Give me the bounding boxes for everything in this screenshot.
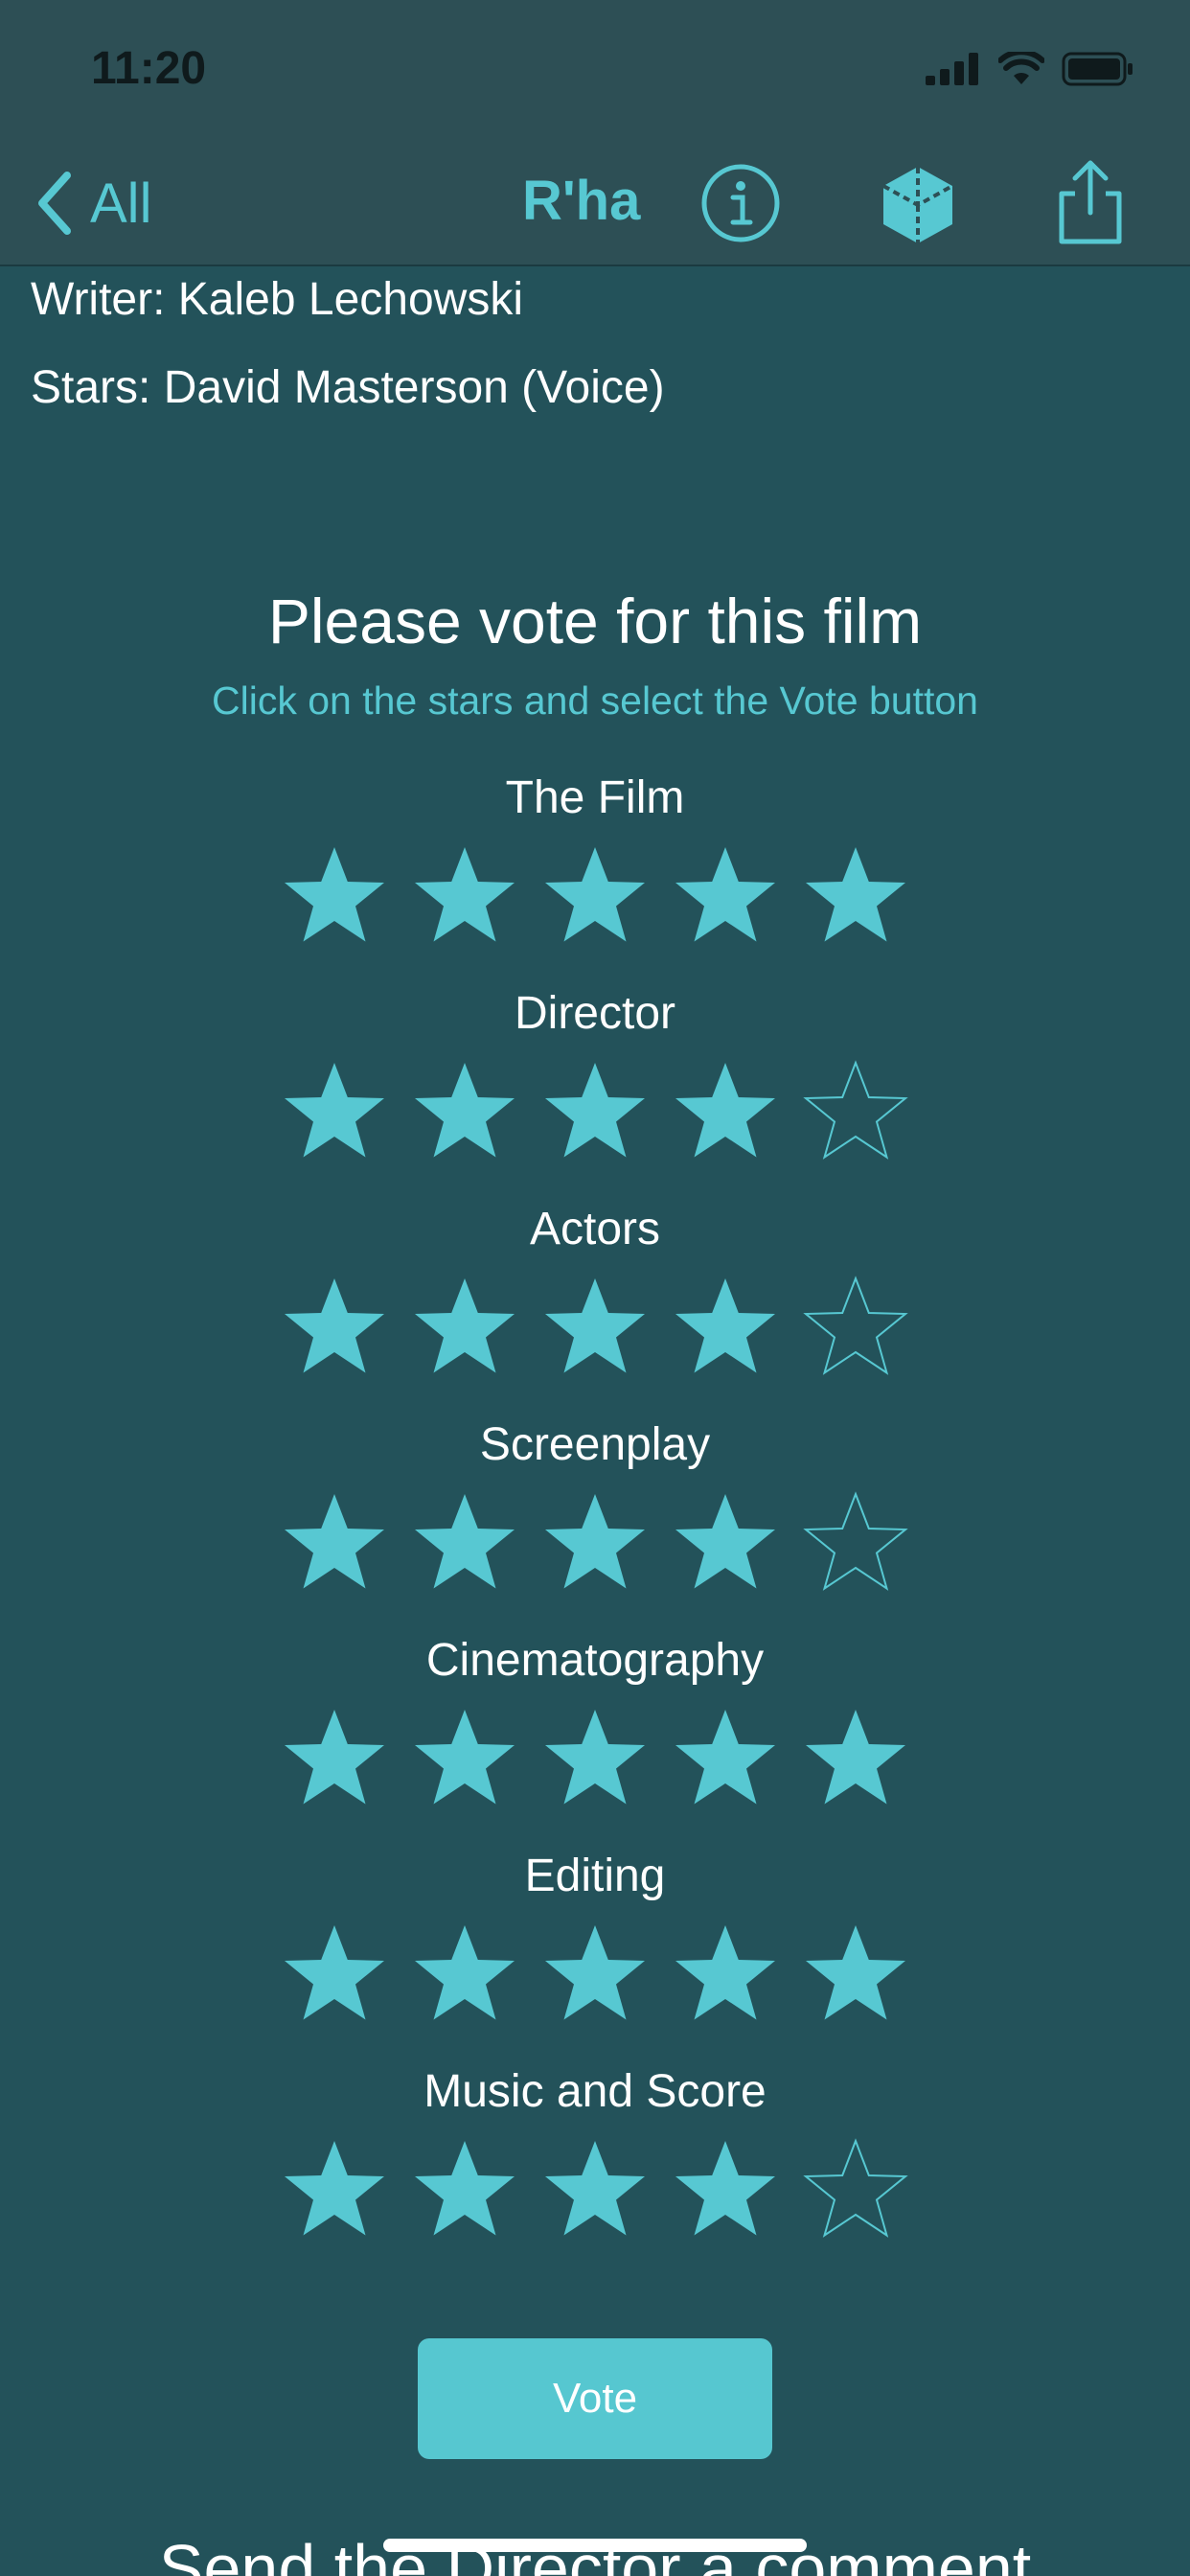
star-filled-icon[interactable] [539, 2135, 651, 2246]
rating-category: Director [0, 982, 1190, 1168]
star-rating-row [0, 1273, 1190, 1384]
star-filled-icon[interactable] [409, 1704, 520, 1815]
cellular-signal-icon [926, 53, 978, 85]
star-filled-icon[interactable] [539, 1273, 651, 1384]
back-button[interactable]: All [34, 165, 151, 242]
star-filled-icon[interactable] [800, 1704, 911, 1815]
star-rating-row [0, 2135, 1190, 2246]
rating-category: Music and Score [0, 2060, 1190, 2246]
navigation-bar: All R'ha [0, 144, 1190, 266]
rating-category: Cinematography [0, 1629, 1190, 1815]
star-filled-icon[interactable] [539, 1057, 651, 1168]
star-filled-icon[interactable] [279, 1057, 390, 1168]
star-filled-icon[interactable] [670, 1273, 781, 1384]
star-filled-icon[interactable] [279, 2135, 390, 2246]
star-filled-icon[interactable] [279, 1273, 390, 1384]
star-filled-icon[interactable] [409, 1273, 520, 1384]
star-rating-row [0, 1488, 1190, 1599]
home-indicator [383, 2539, 807, 2552]
star-rating-row [0, 1704, 1190, 1815]
star-filled-icon[interactable] [539, 1920, 651, 2031]
rating-category-label: Actors [529, 1204, 661, 1254]
star-rating-row [0, 1057, 1190, 1168]
star-filled-icon[interactable] [800, 1920, 911, 2031]
star-empty-icon[interactable] [800, 2135, 911, 2246]
star-filled-icon[interactable] [670, 1057, 781, 1168]
share-icon[interactable] [1044, 157, 1136, 249]
star-filled-icon[interactable] [539, 841, 651, 953]
rating-category: Actors [0, 1198, 1190, 1384]
star-filled-icon[interactable] [670, 1704, 781, 1815]
vote-button[interactable]: Vote [418, 2338, 772, 2459]
writer-credit: Writer: Kaleb Lechowski [31, 274, 523, 325]
star-filled-icon[interactable] [670, 1920, 781, 2031]
rating-category-label: Editing [524, 1851, 666, 1901]
star-filled-icon[interactable] [800, 841, 911, 953]
vote-subheading: Click on the stars and select the Vote b… [212, 678, 978, 723]
status-bar: 11:20 [0, 0, 1190, 144]
star-rating-row [0, 1920, 1190, 2031]
rating-category-label: Director [514, 988, 676, 1039]
stars-credit: Stars: David Masterson (Voice) [31, 362, 665, 413]
star-filled-icon[interactable] [409, 1488, 520, 1599]
back-button-label: All [90, 172, 152, 235]
star-empty-icon[interactable] [800, 1488, 911, 1599]
chevron-left-icon [38, 172, 71, 235]
nav-title: R'ha [522, 170, 641, 232]
star-filled-icon[interactable] [539, 1704, 651, 1815]
star-filled-icon[interactable] [279, 1704, 390, 1815]
rating-category-label: Cinematography [425, 1635, 765, 1686]
star-filled-icon[interactable] [409, 2135, 520, 2246]
star-filled-icon[interactable] [670, 2135, 781, 2246]
rating-category-label: The Film [505, 772, 685, 823]
star-filled-icon[interactable] [670, 1488, 781, 1599]
ar-cube-icon[interactable] [872, 157, 964, 249]
info-icon[interactable] [695, 157, 787, 249]
director-comment-heading: Send the Director a comment [158, 2531, 1032, 2576]
status-icons [926, 52, 1134, 86]
rating-category-label: Music and Score [423, 2066, 767, 2117]
star-filled-icon[interactable] [539, 1488, 651, 1599]
star-empty-icon[interactable] [800, 1057, 911, 1168]
star-empty-icon[interactable] [800, 1273, 911, 1384]
star-filled-icon[interactable] [409, 1057, 520, 1168]
star-rating-row [0, 841, 1190, 953]
star-filled-icon[interactable] [409, 841, 520, 953]
star-filled-icon[interactable] [279, 1920, 390, 2031]
star-filled-icon[interactable] [279, 841, 390, 953]
wifi-icon [998, 52, 1044, 84]
star-filled-icon[interactable] [279, 1488, 390, 1599]
status-time: 11:20 [91, 43, 207, 94]
rating-category: Screenplay [0, 1414, 1190, 1599]
star-filled-icon[interactable] [409, 1920, 520, 2031]
star-filled-icon[interactable] [670, 841, 781, 953]
battery-icon [1062, 52, 1133, 86]
rating-category-label: Screenplay [479, 1419, 711, 1470]
rating-category: The Film [0, 767, 1190, 953]
rating-category: Editing [0, 1845, 1190, 2031]
vote-heading: Please vote for this film [267, 586, 923, 656]
